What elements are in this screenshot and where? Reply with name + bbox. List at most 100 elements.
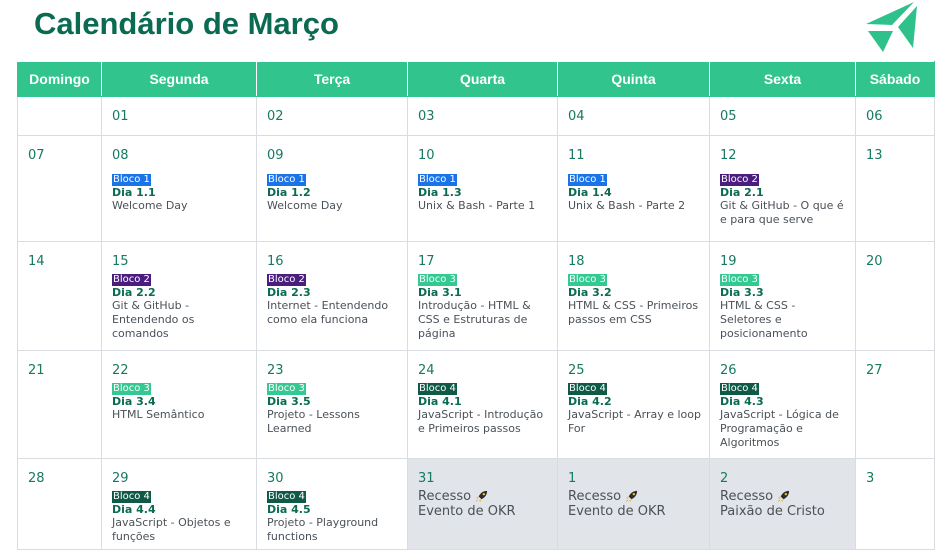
day-cell[interactable]: 3 — [855, 458, 935, 550]
day-cell[interactable]: 04 — [557, 96, 710, 136]
day-cell[interactable]: 24 Bloco 4 Dia 4.1 JavaScript - Introdução … — [407, 350, 558, 459]
day-cell[interactable]: 30 Bloco 4 Dia 4.5 Projeto - Playground fun… — [256, 458, 408, 550]
recesso-label: Recesso — [568, 489, 622, 504]
day-number: 05 — [720, 109, 737, 124]
day-cell[interactable]: 18 Bloco 3 Dia 3.2 HTML & CSS - Primeiros p… — [557, 241, 710, 351]
day-cell[interactable]: 03 — [407, 96, 558, 136]
bloco-badge: Bloco 4 — [267, 491, 306, 503]
weekday-header: Sábado — [855, 61, 935, 97]
lesson-description: JavaScript - Lógica de Programação e Alg… — [720, 408, 839, 449]
day-cell[interactable]: 16 Bloco 2 Dia 2.3 Internet - Entendendo co… — [256, 241, 408, 351]
day-cell[interactable]: 10 Bloco 1 Dia 1.3 Unix & Bash - Parte 1 — [407, 135, 558, 242]
day-number: 16 — [267, 254, 284, 269]
day-cell[interactable]: 14 — [17, 241, 102, 351]
day-cell[interactable]: 13 — [855, 135, 935, 242]
lesson-description: Internet - Entendendo como ela funciona — [267, 299, 389, 326]
bloco-badge: Bloco 2 — [112, 274, 151, 286]
week-row: 01 02 03 04 05 06 — [17, 96, 935, 136]
day-cell[interactable]: 28 — [17, 458, 102, 550]
day-cell[interactable]: 15 Bloco 2 Dia 2.2 Git & GitHub - Entendend… — [101, 241, 257, 351]
bloco-badge: Bloco 3 — [267, 383, 306, 395]
dia-label: Dia 1.1 — [112, 186, 156, 199]
lesson-description: Git & GitHub - Entendendo os comandos — [112, 299, 195, 340]
lesson-description: Unix & Bash - Parte 1 — [418, 199, 536, 212]
day-cell[interactable]: 2 Recesso Paixão de Cristo — [709, 458, 856, 550]
day-cell[interactable]: 07 — [17, 135, 102, 242]
week-row: 21 22 Bloco 3 Dia 3.4 HTML Semântico 23 Bloco … — [17, 350, 935, 459]
day-number: 3 — [866, 471, 875, 486]
lesson-description: JavaScript - Introdução e Primeiros pass… — [418, 408, 544, 435]
dia-label: Dia 3.5 — [267, 395, 311, 408]
day-cell[interactable]: 06 — [855, 96, 935, 136]
day-number: 30 — [267, 471, 284, 486]
day-number: 19 — [720, 254, 737, 269]
lesson-description: HTML & CSS - Primeiros passos em CSS — [568, 299, 699, 326]
day-number: 08 — [112, 148, 129, 163]
day-cell[interactable]: 25 Bloco 4 Dia 4.2 JavaScript - Array e loo… — [557, 350, 710, 459]
day-number: 1 — [568, 471, 577, 486]
day-cell[interactable]: 26 Bloco 4 Dia 4.3 JavaScript - Lógica de P… — [709, 350, 856, 459]
weekday-header: Quinta — [557, 61, 710, 97]
lesson-description: JavaScript - Objetos e funções — [112, 516, 231, 543]
dia-label: Dia 4.4 — [112, 503, 156, 516]
day-cell[interactable]: 05 — [709, 96, 856, 136]
day-cell[interactable]: 21 — [17, 350, 102, 459]
weekday-header: Segunda — [101, 61, 257, 97]
dia-label: Dia 3.3 — [720, 286, 764, 299]
day-number: 18 — [568, 254, 585, 269]
bloco-badge: Bloco 1 — [418, 174, 457, 186]
lesson-description: Welcome Day — [267, 199, 343, 212]
dia-label: Dia 4.3 — [720, 395, 764, 408]
day-cell[interactable]: 01 — [101, 96, 257, 136]
day-number: 17 — [418, 254, 435, 269]
event-label: Paixão de Cristo — [720, 504, 825, 519]
day-cell[interactable]: 20 — [855, 241, 935, 351]
day-cell[interactable]: 08 Bloco 1 Dia 1.1 Welcome Day — [101, 135, 257, 242]
day-number: 01 — [112, 109, 129, 124]
day-number: 25 — [568, 363, 585, 378]
day-cell[interactable]: 09 Bloco 1 Dia 1.2 Welcome Day — [256, 135, 408, 242]
lesson-description: Unix & Bash - Parte 2 — [568, 199, 686, 212]
lesson-description: Introdução - HTML & CSS e Estruturas de … — [418, 299, 531, 340]
bloco-badge: Bloco 4 — [112, 491, 151, 503]
weekday-header: Quarta — [407, 61, 558, 97]
day-number: 31 — [418, 471, 435, 486]
week-row: 28 29 Bloco 4 Dia 4.4 JavaScript - Objetos e… — [17, 458, 935, 550]
day-number: 15 — [112, 254, 129, 269]
day-cell[interactable]: 02 — [256, 96, 408, 136]
day-cell[interactable] — [17, 96, 102, 136]
day-number: 03 — [418, 109, 435, 124]
day-cell[interactable]: 22 Bloco 3 Dia 3.4 HTML Semântico — [101, 350, 257, 459]
recesso-label: Recesso — [720, 489, 774, 504]
day-number: 26 — [720, 363, 737, 378]
bloco-badge: Bloco 1 — [267, 174, 306, 186]
lesson-description: HTML Semântico — [112, 408, 205, 421]
day-cell[interactable]: 27 — [855, 350, 935, 459]
weekday-header: Domingo — [17, 61, 102, 97]
lesson-description: Welcome Day — [112, 199, 188, 212]
bloco-badge: Bloco 3 — [112, 383, 151, 395]
day-cell[interactable]: 1 Recesso Evento de OKR — [557, 458, 710, 550]
day-number: 09 — [267, 148, 284, 163]
dia-label: Dia 2.2 — [112, 286, 156, 299]
dia-label: Dia 2.1 — [720, 186, 764, 199]
day-number: 10 — [418, 148, 435, 163]
day-number: 2 — [720, 471, 729, 486]
dia-label: Dia 4.1 — [418, 395, 462, 408]
day-cell[interactable]: 19 Bloco 3 Dia 3.3 HTML & CSS - Seletores e… — [709, 241, 856, 351]
day-cell[interactable]: 17 Bloco 3 Dia 3.1 Introdução - HTML & CSS … — [407, 241, 558, 351]
rocket-icon — [778, 490, 790, 503]
day-number: 21 — [28, 363, 45, 378]
dia-label: Dia 1.4 — [568, 186, 612, 199]
lesson-description: Projeto - Playground functions — [267, 516, 379, 543]
event-label: Evento de OKR — [568, 504, 666, 519]
day-cell[interactable]: 31 Recesso Evento de OKR — [407, 458, 558, 550]
day-cell[interactable]: 29 Bloco 4 Dia 4.4 JavaScript - Objetos e f… — [101, 458, 257, 550]
day-cell[interactable]: 12 Bloco 2 Dia 2.1 Git & GitHub - O que é e… — [709, 135, 856, 242]
day-cell[interactable]: 23 Bloco 3 Dia 3.5 Projeto - Lessons Learne… — [256, 350, 408, 459]
dia-label: Dia 1.2 — [267, 186, 311, 199]
day-cell[interactable]: 11 Bloco 1 Dia 1.4 Unix & Bash - Parte 2 — [557, 135, 710, 242]
event-label: Evento de OKR — [418, 504, 516, 519]
bloco-badge: Bloco 3 — [568, 274, 607, 286]
day-number: 28 — [28, 471, 45, 486]
